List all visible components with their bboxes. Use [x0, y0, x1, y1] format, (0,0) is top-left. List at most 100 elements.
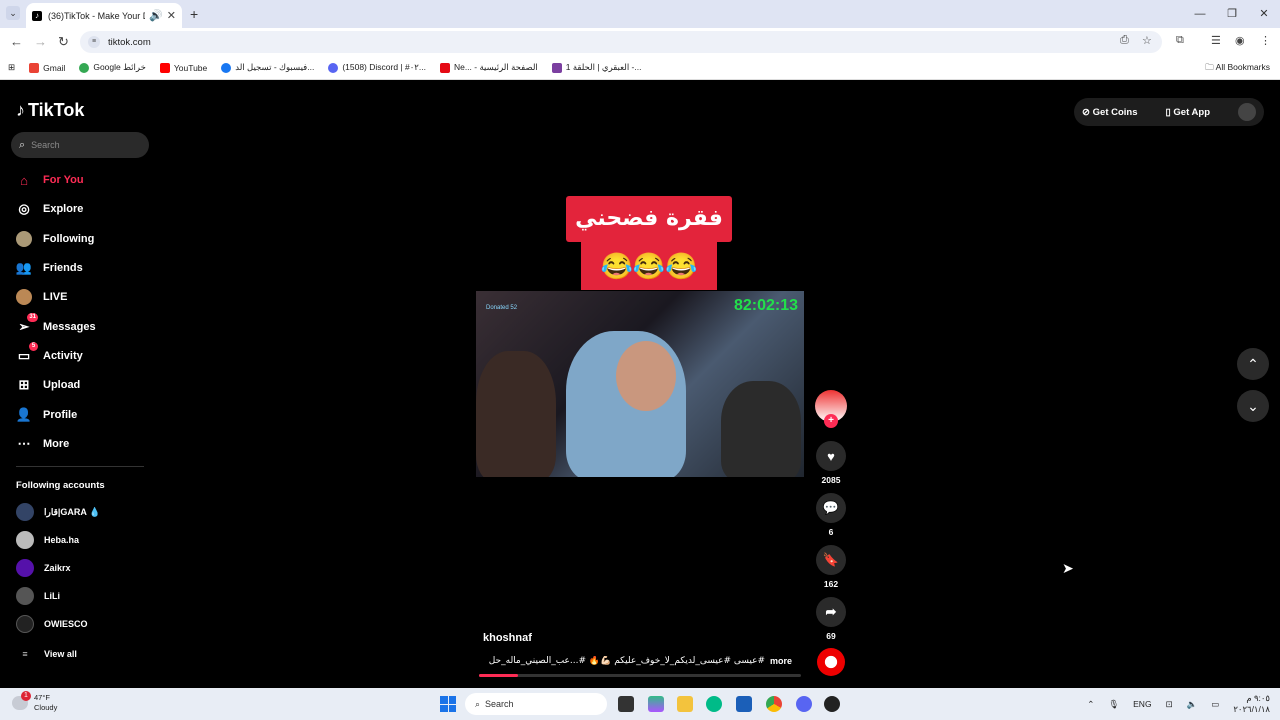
video-figure [476, 351, 556, 477]
more-button[interactable]: more [770, 656, 792, 666]
next-video-button[interactable]: ⌄ [1237, 390, 1269, 422]
following-account[interactable]: OWIESCO [16, 615, 88, 633]
like-action[interactable]: ♥ 2085 [815, 441, 847, 485]
network-icon[interactable]: ⊡ [1166, 699, 1173, 710]
language-indicator[interactable]: ENG [1133, 699, 1151, 709]
activity-badge: 5 [29, 342, 38, 351]
browser-tab[interactable]: ♪ (36)TikTok - Make Your Day 🔊 ✕ [26, 3, 182, 28]
chrome-icon[interactable] [766, 696, 782, 712]
back-icon[interactable]: ← [10, 34, 23, 49]
reload-icon[interactable]: ↻ [58, 34, 69, 50]
nav-messages[interactable]: ➢ 31 Messages [16, 313, 96, 338]
following-account[interactable]: Zaikrx [16, 559, 71, 577]
nav-upload[interactable]: ⊞ Upload [16, 374, 81, 396]
battery-icon[interactable]: ▭ [1211, 699, 1219, 710]
bookmark-icon[interactable]: 🔖 [816, 545, 846, 575]
previous-video-button[interactable]: ⌃ [1237, 348, 1269, 380]
tiktok-favicon-icon: ♪ [32, 10, 42, 21]
chevron-up-icon[interactable]: ⌃ [1087, 699, 1094, 710]
comment-icon[interactable]: 💬 [816, 493, 846, 523]
stream-timer: 82:02:13 [733, 297, 798, 314]
site-info-icon[interactable]: ≡ [88, 36, 100, 48]
video-username[interactable]: khoshnaf [483, 632, 532, 644]
microphone-icon[interactable]: 🎙 [1108, 699, 1119, 710]
following-account[interactable]: LiLi [16, 587, 60, 605]
avatar [16, 559, 34, 577]
edge-icon[interactable] [706, 696, 722, 712]
tiktok-page: ♪ TikTok ⌕ Search ⌂ For You ◎ Explore Foll… [0, 80, 1280, 688]
bookmark-maps[interactable]: Google خرائط [79, 62, 146, 73]
system-tray: ⌃ 🎙 ENG ⊡ 🔈 ▭ ٩:٠٥ م ٢٠٢٦/١/١٨ [1073, 688, 1270, 720]
following-account[interactable]: Heba.ha [16, 531, 79, 549]
tab-search-icon[interactable]: ⌄ [6, 6, 20, 20]
bookmark-discord[interactable]: (1508) Discord | #٠٢... [328, 62, 426, 73]
store-icon[interactable] [736, 696, 752, 712]
nav-following[interactable]: Following [16, 228, 94, 250]
tiktok-app-icon[interactable] [824, 696, 840, 712]
follow-plus-icon[interactable]: + [824, 414, 838, 428]
windows-start-icon[interactable] [440, 696, 456, 712]
nav-friends[interactable]: 👥 Friends [16, 257, 83, 279]
nav-explore[interactable]: ◎ Explore [16, 198, 83, 220]
new-tab-button[interactable]: + [190, 6, 198, 22]
bookmark-abqari[interactable]: العبقري | الحلقة 1 -... [551, 62, 641, 73]
bookmark-netflix[interactable]: Ne... - الصفحة الرئيسية [439, 62, 538, 73]
task-view-icon[interactable] [618, 696, 634, 712]
nav-for-you[interactable]: ⌂ For You [16, 169, 83, 191]
donation-label: Donated 52 [486, 305, 518, 311]
profile-avatar-icon[interactable]: ◉ [1235, 34, 1245, 47]
search-input[interactable]: ⌕ Search [11, 132, 149, 158]
volume-icon[interactable]: 🔈 [1187, 699, 1198, 710]
bookmark-star-icon[interactable]: ☆ [1142, 34, 1152, 47]
youtube-icon [159, 62, 170, 73]
copilot-icon[interactable] [648, 696, 664, 712]
nav-more[interactable]: ⋯ More [16, 433, 70, 455]
weather-condition: Cloudy [34, 703, 58, 712]
apps-icon[interactable]: ⊞ [8, 62, 15, 73]
extensions-icon[interactable]: ⧉ [1176, 34, 1184, 47]
file-explorer-icon[interactable] [677, 696, 693, 712]
music-disc-icon[interactable] [817, 648, 845, 676]
install-app-icon[interactable]: ⎙ [1120, 34, 1129, 47]
get-app-button[interactable]: ▯ Get App [1166, 107, 1224, 118]
bookmark-gmail[interactable]: Gmail [29, 62, 65, 73]
close-tab-icon[interactable]: ✕ [167, 9, 176, 22]
tiktok-logo[interactable]: ♪ TikTok [16, 100, 84, 121]
clock[interactable]: ٩:٠٥ م ٢٠٢٦/١/١٨ [1233, 693, 1270, 715]
url-text: tiktok.com [108, 36, 151, 48]
profile-avatar[interactable] [1238, 103, 1256, 121]
restore-button[interactable]: ❐ [1216, 0, 1248, 28]
browser-toolbar: ← → ↻ ≡ tiktok.com ⎙ ☆ ⧉ ☰ ◉ ⋮ [0, 28, 1280, 56]
address-bar[interactable]: ≡ tiktok.com [80, 31, 1162, 53]
comment-count: 6 [828, 527, 834, 537]
avatar [16, 503, 34, 521]
discord-icon[interactable] [796, 696, 812, 712]
nav-profile[interactable]: 👤 Profile [16, 404, 77, 426]
nav-live[interactable]: LIVE [16, 286, 67, 308]
following-account[interactable]: قارا|GARA 💧 [16, 503, 100, 521]
chrome-menu-icon[interactable]: ⋮ [1260, 34, 1271, 47]
author-avatar-button[interactable]: + [815, 390, 847, 428]
tab-title: (36)TikTok - Make Your Day [48, 10, 145, 21]
nav-activity[interactable]: ▭ 5 Activity [16, 342, 83, 367]
video-player[interactable]: Donated 52 82:02:13 [476, 291, 804, 477]
share-icon[interactable]: ➦ [816, 597, 846, 627]
bookmark-facebook[interactable]: فيسبوك - تسجيل الد... [221, 62, 314, 73]
share-action[interactable]: ➦ 69 [815, 597, 847, 641]
comment-action[interactable]: 💬 6 [815, 493, 847, 537]
view-all-link[interactable]: ≡ View all [16, 645, 77, 663]
forward-icon[interactable]: → [34, 34, 47, 49]
weather-widget[interactable]: 47°F Cloudy [34, 693, 57, 713]
activity-icon: ▭ 5 [16, 342, 38, 364]
minimize-button[interactable]: — [1184, 0, 1216, 28]
save-action[interactable]: 🔖 162 [815, 545, 847, 589]
get-coins-button[interactable]: ⊘ Get Coins [1082, 107, 1151, 118]
heart-icon[interactable]: ♥ [816, 441, 846, 471]
video-progress-bar[interactable] [479, 674, 801, 677]
bookmark-youtube[interactable]: YouTube [159, 62, 207, 73]
taskbar-search[interactable]: ⌕ Search [465, 693, 607, 715]
all-bookmarks[interactable]: 🗀 All Bookmarks [1205, 62, 1270, 76]
tab-groups-icon[interactable]: ☰ [1211, 34, 1221, 47]
close-window-button[interactable]: ✕ [1248, 0, 1280, 28]
speaker-icon[interactable]: 🔊 [149, 9, 163, 22]
